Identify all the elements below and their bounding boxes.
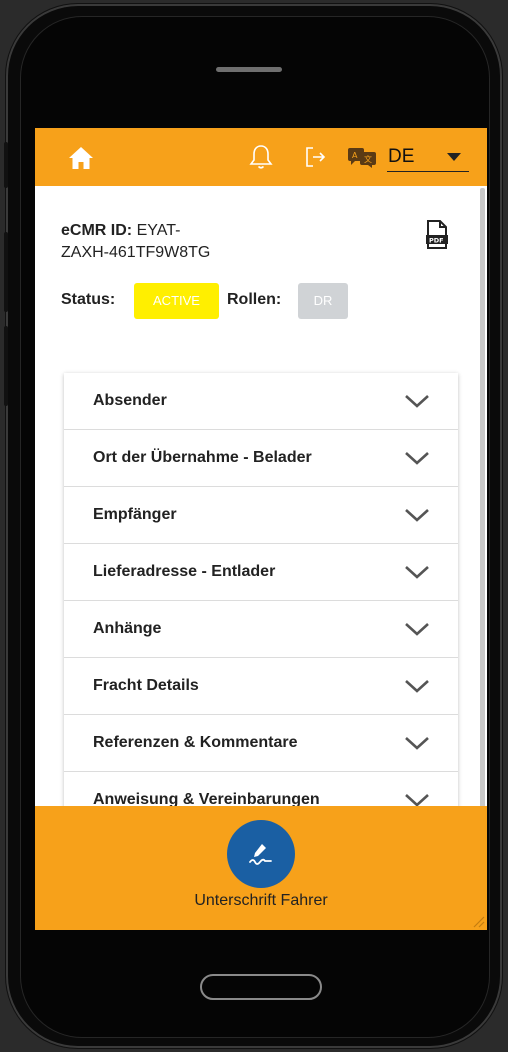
language-icon[interactable]: A 文 <box>347 146 377 168</box>
footer-bar: Unterschrift Fahrer <box>35 806 487 930</box>
chevron-down-icon <box>405 680 429 693</box>
role-badge: DR <box>298 283 348 319</box>
accordion-item-title: Fracht Details <box>93 677 199 694</box>
accordion-item[interactable]: Empfänger <box>64 487 458 544</box>
accordion-item[interactable]: Fracht Details <box>64 658 458 715</box>
roles-label: Rollen: <box>227 291 282 308</box>
accordion-item-title: Ort der Übernahme - Belader <box>93 449 312 466</box>
scrollbar[interactable] <box>480 188 485 828</box>
ecmr-id-value-part2: ZAXH-461TF9W8TG <box>61 244 211 261</box>
accordion-item[interactable]: Referenzen & Kommentare <box>64 715 458 772</box>
language-select[interactable]: DE <box>387 142 469 172</box>
sign-driver-button[interactable] <box>227 820 295 888</box>
accordion-item-title: Lieferadresse - Entlader <box>93 563 276 580</box>
pdf-icon[interactable]: PDF <box>425 220 449 250</box>
pen-signature-icon <box>249 844 272 865</box>
chevron-down-icon <box>405 509 429 522</box>
accordion-item[interactable]: Absender <box>64 373 458 430</box>
accordion-item[interactable]: Lieferadresse - Entlader <box>64 544 458 601</box>
phone-speaker <box>216 67 282 72</box>
side-button-left-1 <box>4 142 8 188</box>
language-select-value: DE <box>388 146 415 167</box>
status-label: Status: <box>61 291 116 308</box>
home-icon[interactable] <box>68 145 94 171</box>
chevron-down-icon <box>405 395 429 408</box>
app-screen: A 文 DE eCMR ID: EYAT- ZAXH-461TF9W8TG PD… <box>35 128 487 930</box>
svg-text:PDF: PDF <box>429 237 444 245</box>
logout-icon[interactable] <box>305 146 327 168</box>
phone-home-button[interactable] <box>200 974 322 1000</box>
status-badge: ACTIVE <box>134 283 219 319</box>
svg-text:文: 文 <box>364 154 372 164</box>
top-bar: A 文 DE <box>35 128 487 186</box>
ecmr-id-value-part1: EYAT- <box>136 222 181 239</box>
accordion-item[interactable]: Ort der Übernahme - Belader <box>64 430 458 487</box>
accordion-item[interactable]: Anhänge <box>64 601 458 658</box>
chevron-down-icon <box>447 153 461 161</box>
accordion-item-title: Empfänger <box>93 506 177 523</box>
sign-driver-label: Unterschrift Fahrer <box>194 892 328 909</box>
side-button-left-2 <box>4 232 8 312</box>
chevron-down-icon <box>405 566 429 579</box>
chevron-down-icon <box>405 452 429 465</box>
accordion-item-title: Anhänge <box>93 620 162 637</box>
chevron-down-icon <box>405 623 429 636</box>
chevron-down-icon <box>405 737 429 750</box>
bell-icon[interactable] <box>249 144 273 170</box>
ecmr-id: eCMR ID: EYAT- ZAXH-461TF9W8TG <box>61 220 401 264</box>
accordion-item-title: Referenzen & Kommentare <box>93 734 298 751</box>
sections-accordion: Absender Ort der Übernahme - Belader Empfä… <box>64 373 458 829</box>
svg-text:A: A <box>352 151 358 160</box>
ecmr-id-label: eCMR ID: <box>61 222 133 239</box>
accordion-item-title: Absender <box>93 392 167 409</box>
resize-handle-icon <box>473 916 485 928</box>
side-button-left-3 <box>4 326 8 406</box>
